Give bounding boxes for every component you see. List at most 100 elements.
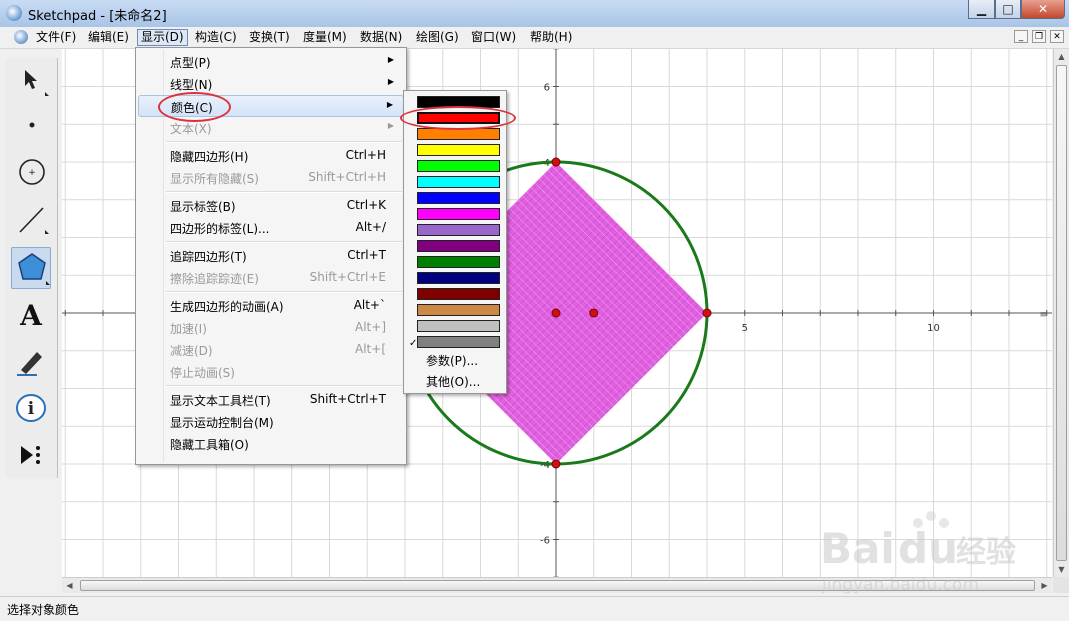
- display-menu-item: 显示所有隐藏(S) Shift+Ctrl+H: [138, 167, 404, 189]
- point-marker: [589, 308, 599, 318]
- scroll-down-icon[interactable]: ▼: [1054, 562, 1069, 577]
- menu-item-label: 停止动画(S): [170, 366, 235, 380]
- marker-icon: [17, 352, 42, 376]
- marker-tool[interactable]: [11, 342, 51, 380]
- display-menu-item: 停止动画(S): [138, 361, 404, 383]
- color-swatch[interactable]: [417, 272, 500, 284]
- svg-text:Bai: Bai: [820, 524, 895, 573]
- compass-tool[interactable]: +: [11, 153, 51, 191]
- menu-item-9[interactable]: 帮助(H): [527, 29, 575, 46]
- menu-item-6[interactable]: 数据(N): [357, 29, 405, 46]
- menu-item-label: 隐藏工具箱(O): [170, 438, 249, 452]
- vertical-scroll-thumb[interactable]: [1056, 65, 1067, 561]
- arrow-tool[interactable]: [11, 62, 51, 100]
- sketchpad-app-icon[interactable]: [6, 5, 22, 21]
- point-marker: [551, 308, 561, 318]
- minimize-button[interactable]: ▁: [968, 0, 995, 19]
- display-menu-item[interactable]: 点型(P) ▶: [138, 51, 404, 73]
- information-tool[interactable]: i: [11, 389, 51, 427]
- menu-item-label: 线型(N): [170, 78, 213, 92]
- display-menu-item[interactable]: 四边形的标签(L)... Alt+/: [138, 217, 404, 239]
- color-swatch[interactable]: [417, 176, 500, 188]
- menu-item-label: 追踪四边形(T): [170, 250, 247, 264]
- scroll-left-icon[interactable]: ◀: [62, 578, 77, 593]
- baidu-paw-logo: Bai du 经验 jingyan.baidu.com: [820, 511, 1016, 595]
- color-params-item[interactable]: 参数(P)...: [426, 352, 478, 369]
- menu-item-1[interactable]: 编辑(E): [85, 29, 132, 46]
- menu-item-label: 加速(I): [170, 322, 207, 336]
- color-swatch[interactable]: [417, 224, 500, 236]
- svg-text:du: du: [898, 524, 958, 573]
- information-icon: i: [16, 394, 46, 422]
- doc-close-button[interactable]: ✕: [1050, 30, 1064, 43]
- color-swatch[interactable]: [417, 304, 500, 316]
- document-icon[interactable]: [14, 30, 28, 44]
- svg-text:A: A: [19, 299, 43, 332]
- menu-item-label: 文本(X): [170, 122, 212, 136]
- point-marker: [551, 459, 561, 469]
- scroll-right-icon[interactable]: ▶: [1037, 578, 1052, 593]
- menu-separator: [166, 141, 402, 143]
- compass-icon: +: [19, 159, 45, 185]
- color-swatch[interactable]: [417, 192, 500, 204]
- display-menu-item[interactable]: 显示标签(B) Ctrl+K: [138, 195, 404, 217]
- display-menu-item[interactable]: 生成四边形的动画(A) Alt+`: [138, 295, 404, 317]
- x-axis-arrow: ≡: [1039, 310, 1047, 320]
- menu-item-4[interactable]: 变换(T): [246, 29, 293, 46]
- custom-tool[interactable]: [11, 436, 51, 474]
- submenu-arrow-icon: ▶: [387, 77, 394, 86]
- menu-separator: [166, 385, 402, 387]
- scroll-up-icon[interactable]: ▲: [1054, 49, 1069, 64]
- x-tick-label: 5: [742, 323, 748, 334]
- menu-item-label: 四边形的标签(L)...: [170, 222, 270, 236]
- menu-separator: [166, 241, 402, 243]
- color-swatch[interactable]: [417, 320, 500, 332]
- polygon-tool[interactable]: [11, 247, 51, 289]
- display-menu-item[interactable]: 显示运动控制台(M): [138, 411, 404, 433]
- display-menu-item[interactable]: 隐藏工具箱(O): [138, 433, 404, 455]
- status-text: 选择对象颜色: [7, 603, 80, 617]
- color-swatch[interactable]: [417, 288, 500, 300]
- menu-item-8[interactable]: 窗口(W): [468, 29, 519, 46]
- display-menu-item[interactable]: 隐藏四边形(H) Ctrl+H: [138, 145, 404, 167]
- vertical-scrollbar[interactable]: ▲ ▼: [1053, 49, 1069, 577]
- polygon-icon: [18, 253, 50, 285]
- status-bar: 选择对象颜色: [0, 596, 1069, 621]
- submenu-arrow-icon: ▶: [387, 121, 394, 130]
- color-swatch[interactable]: [417, 240, 500, 252]
- submenu-arrow-icon: ▶: [387, 55, 394, 64]
- menu-separator: [166, 191, 402, 193]
- menu-item-7[interactable]: 绘图(G): [413, 29, 462, 46]
- menu-item-label: 擦除追踪踪迹(E): [170, 272, 259, 286]
- color-swatch[interactable]: [417, 160, 500, 172]
- color-swatch[interactable]: [417, 144, 500, 156]
- menu-display[interactable]: 显示(D): [137, 29, 188, 46]
- straightedge-tool[interactable]: [11, 200, 51, 238]
- menu-item-shortcut: Ctrl+T: [347, 248, 386, 262]
- color-swatch[interactable]: [417, 336, 500, 348]
- display-menu-item[interactable]: 线型(N) ▶: [138, 73, 404, 95]
- checkmark-icon: ✓: [409, 338, 418, 349]
- point-tool[interactable]: [11, 106, 51, 144]
- menu-item-shortcut: Ctrl+H: [345, 148, 386, 162]
- color-swatch[interactable]: [417, 256, 500, 268]
- display-menu-item: 减速(D) Alt+[: [138, 339, 404, 361]
- color-other-item[interactable]: 其他(O)...: [426, 373, 480, 390]
- menu-item-3[interactable]: 构造(C): [192, 29, 240, 46]
- menu-item-label: 显示所有隐藏(S): [170, 172, 259, 186]
- display-menu-item[interactable]: 追踪四边形(T) Ctrl+T: [138, 245, 404, 267]
- color-swatch[interactable]: [417, 208, 500, 220]
- menu-item-0[interactable]: 文件(F): [33, 29, 79, 46]
- menu-item-5[interactable]: 度量(M): [300, 29, 350, 46]
- maximize-button[interactable]: □: [995, 0, 1021, 19]
- text-tool[interactable]: A: [11, 295, 51, 333]
- color-submenu: ✓ 参数(P)... 其他(O)...: [403, 90, 507, 394]
- doc-minimize-button[interactable]: _: [1014, 30, 1028, 43]
- point-marker: [551, 157, 561, 167]
- menu-item-shortcut: Ctrl+K: [346, 198, 386, 212]
- doc-restore-button[interactable]: ❐: [1032, 30, 1046, 43]
- display-menu-item[interactable]: 显示文本工具栏(T) Shift+Ctrl+T: [138, 389, 404, 411]
- close-button[interactable]: ✕: [1021, 0, 1065, 19]
- menu-item-shortcut: Shift+Ctrl+H: [308, 170, 386, 184]
- straightedge-icon: [19, 207, 49, 234]
